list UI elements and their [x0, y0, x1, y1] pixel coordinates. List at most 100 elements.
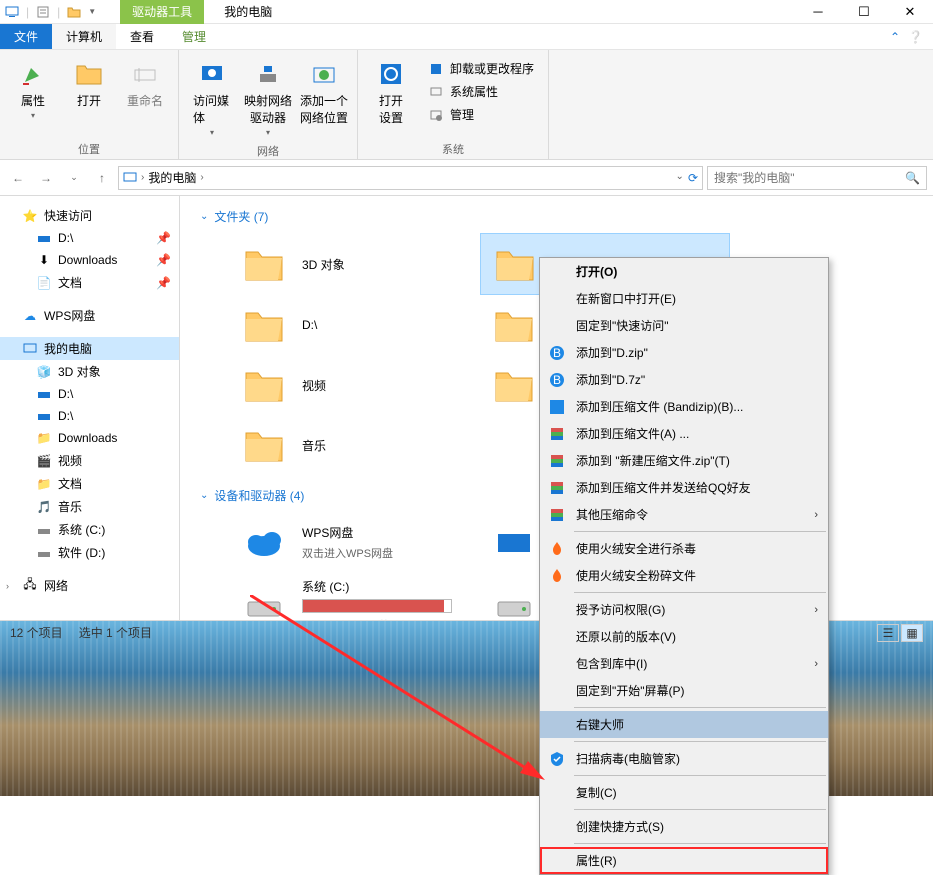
- close-button[interactable]: ✕: [887, 0, 933, 24]
- breadcrumb-segment[interactable]: 我的电脑›: [148, 169, 203, 186]
- menu-item[interactable]: 创建快捷方式(S): [540, 813, 828, 840]
- window-controls: ─ ☐ ✕: [795, 0, 933, 24]
- cloud-icon: ☁: [22, 308, 38, 324]
- sidebar-item[interactable]: 🧊3D 对象: [0, 360, 179, 383]
- recent-button[interactable]: ⌄: [62, 166, 86, 190]
- manage-button[interactable]: 管理: [424, 104, 538, 125]
- chevron-down-icon[interactable]: ▼: [88, 7, 96, 16]
- menu-separator: [574, 741, 826, 742]
- properties-button[interactable]: 属性▾: [10, 54, 56, 124]
- menu-item[interactable]: 还原以前的版本(V): [540, 623, 828, 650]
- sidebar-item[interactable]: 📁文档: [0, 472, 179, 495]
- chevron-right-icon: ›: [814, 658, 818, 670]
- menu-item[interactable]: 添加到 "新建压缩文件.zip"(T): [540, 447, 828, 474]
- folder-icon: [491, 240, 539, 288]
- menu-item[interactable]: 复制(C): [540, 779, 828, 806]
- menu-item[interactable]: 添加到压缩文件(A) ...: [540, 420, 828, 447]
- sidebar-item[interactable]: 📄文档📌: [0, 271, 179, 294]
- system-properties-button[interactable]: 系统属性: [424, 81, 538, 102]
- menu-item[interactable]: B添加到"D.7z": [540, 366, 828, 393]
- zip-blue-icon: B: [548, 371, 566, 389]
- search-input[interactable]: [714, 171, 905, 185]
- chevron-down-icon[interactable]: ⌄: [676, 171, 684, 185]
- open-settings-button[interactable]: 打开 设置: [368, 54, 414, 130]
- ribbon-help: ⌃ ❔: [880, 24, 933, 49]
- menu-item[interactable]: 添加到压缩文件 (Bandizip)(B)...: [540, 393, 828, 420]
- folder-icon[interactable]: [66, 4, 82, 20]
- folder-item[interactable]: D:\: [230, 295, 480, 355]
- icons-view-button[interactable]: ▦: [901, 624, 923, 642]
- pc-icon[interactable]: [4, 4, 20, 20]
- menu-item[interactable]: 使用火绒安全粉碎文件: [540, 562, 828, 589]
- chevron-right-icon[interactable]: ›: [6, 581, 9, 591]
- back-button[interactable]: ←: [6, 166, 30, 190]
- uninstall-button[interactable]: 卸载或更改程序: [424, 58, 538, 79]
- refresh-icon[interactable]: ⟳: [688, 171, 698, 185]
- sidebar-item[interactable]: 🎵音乐: [0, 495, 179, 518]
- selected-count: 选中 1 个项目: [79, 624, 152, 641]
- tab-computer[interactable]: 计算机: [52, 24, 116, 49]
- folder-icon: [490, 301, 538, 349]
- open-button[interactable]: 打开: [66, 54, 112, 113]
- sidebar-quick-access[interactable]: ⭐快速访问: [0, 204, 179, 227]
- menu-item[interactable]: 固定到"开始"屏幕(P): [540, 677, 828, 704]
- tab-file[interactable]: 文件: [0, 24, 52, 49]
- folder-item[interactable]: 音乐: [230, 415, 480, 475]
- chevron-right-icon[interactable]: ›: [141, 172, 144, 183]
- group-header-folders[interactable]: ⌄文件夹 (7): [200, 204, 933, 229]
- sidebar-item[interactable]: 软件 (D:): [0, 541, 179, 564]
- menu-item[interactable]: 打开(O): [540, 258, 828, 285]
- tab-view[interactable]: 查看: [116, 24, 168, 49]
- drive-item[interactable]: 系统 (C:)4.24 GB 可用，共 100 GB: [230, 572, 480, 620]
- maximize-button[interactable]: ☐: [841, 0, 887, 24]
- sidebar-item[interactable]: D:\: [0, 405, 179, 427]
- sidebar-wps[interactable]: ☁WPS网盘: [0, 304, 179, 327]
- sidebar-item[interactable]: ⬇Downloads📌: [0, 249, 179, 271]
- drive-item[interactable]: WPS网盘双击进入WPS网盘: [230, 512, 480, 572]
- map-drive-button[interactable]: 映射网络 驱动器▾: [245, 54, 291, 141]
- menu-item[interactable]: 包含到库中(I)›: [540, 650, 828, 677]
- sidebar-item[interactable]: D:\📌: [0, 227, 179, 249]
- folder-item[interactable]: 3D 对象: [230, 233, 480, 295]
- menu-item[interactable]: 授予访问权限(G)›: [540, 596, 828, 623]
- add-network-button[interactable]: 添加一个 网络位置: [301, 54, 347, 130]
- disk-icon: [36, 522, 52, 538]
- search-box[interactable]: 🔍: [707, 166, 927, 190]
- menu-item[interactable]: 使用火绒安全进行杀毒: [540, 535, 828, 562]
- folder-icon: 📁: [36, 430, 52, 446]
- search-icon[interactable]: 🔍: [905, 171, 920, 185]
- help-icon[interactable]: ❔: [908, 30, 923, 44]
- menu-item[interactable]: 右键大师: [540, 711, 828, 738]
- chevron-down-icon: ⌄: [200, 490, 208, 501]
- drive-icon: [36, 386, 52, 402]
- sidebar-item[interactable]: 🎬视频: [0, 449, 179, 472]
- menu-separator: [574, 775, 826, 776]
- sidebar-network[interactable]: ›🖧网络: [0, 574, 179, 597]
- menu-item[interactable]: B添加到"D.zip": [540, 339, 828, 366]
- tab-manage[interactable]: 管理: [168, 24, 220, 49]
- menu-item[interactable]: 扫描病毒(电脑管家): [540, 745, 828, 772]
- access-media-button[interactable]: 访问媒体▾: [189, 54, 235, 141]
- folder-item[interactable]: 视频: [230, 355, 480, 415]
- address-bar[interactable]: › 我的电脑› ⌄ ⟳: [118, 166, 703, 190]
- svg-text:B: B: [553, 346, 561, 360]
- menu-item[interactable]: 添加到压缩文件并发送给QQ好友: [540, 474, 828, 501]
- menu-item[interactable]: 固定到"快速访问": [540, 312, 828, 339]
- sidebar-this-pc[interactable]: 我的电脑: [0, 337, 179, 360]
- menu-item[interactable]: 属性(R): [540, 847, 828, 874]
- minimize-button[interactable]: ─: [795, 0, 841, 24]
- up-button[interactable]: ↑: [90, 166, 114, 190]
- sidebar-item[interactable]: 📁Downloads: [0, 427, 179, 449]
- sidebar-item[interactable]: D:\: [0, 383, 179, 405]
- forward-button[interactable]: →: [34, 166, 58, 190]
- collapse-ribbon-icon[interactable]: ⌃: [890, 30, 900, 44]
- sidebar-item[interactable]: 系统 (C:): [0, 518, 179, 541]
- rename-button[interactable]: 重命名: [122, 54, 168, 113]
- menu-item[interactable]: 其他压缩命令›: [540, 501, 828, 528]
- network-icon: 🖧: [22, 578, 38, 594]
- drive-icon: [240, 582, 288, 621]
- huorong-icon: [548, 567, 566, 585]
- menu-item[interactable]: 在新窗口中打开(E): [540, 285, 828, 312]
- properties-icon[interactable]: [35, 4, 51, 20]
- details-view-button[interactable]: ☰: [877, 624, 899, 642]
